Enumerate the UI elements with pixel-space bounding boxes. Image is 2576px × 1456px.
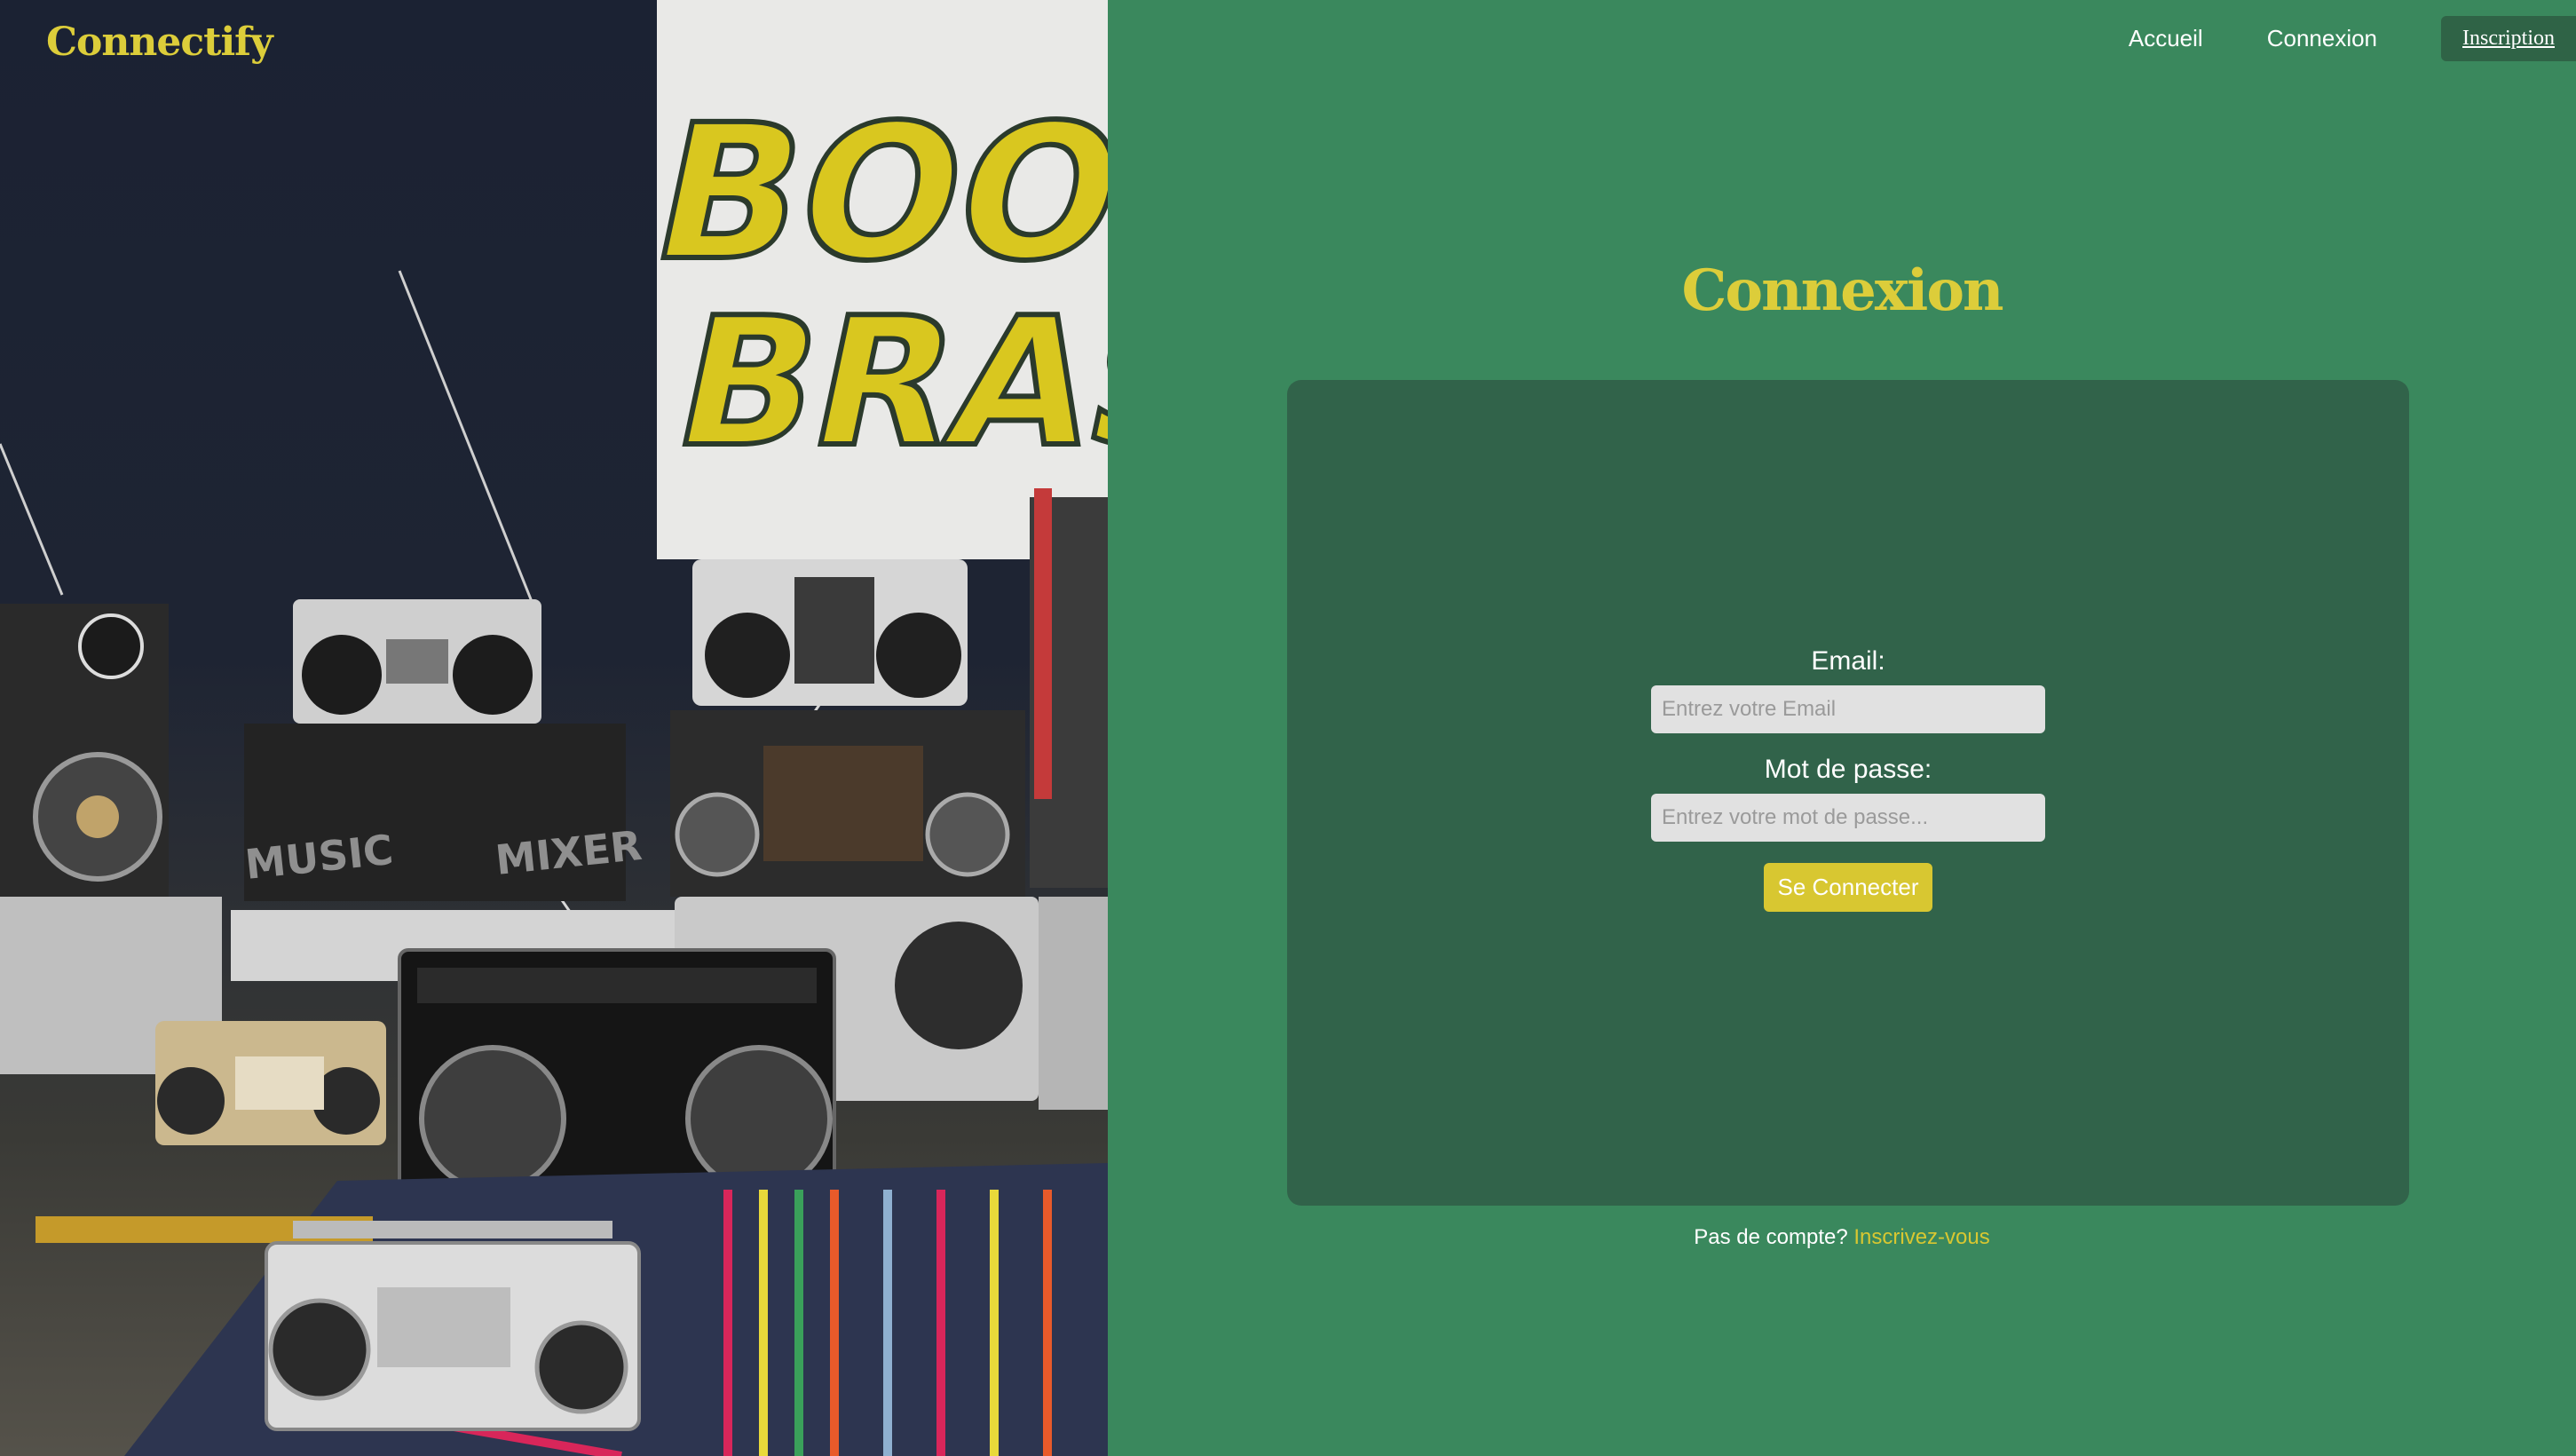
signup-prompt: Pas de compte? Inscrivez-vous [1108, 1225, 2576, 1250]
hero-photo: BOOMB BRAS MUSIC MIXER Connectify [0, 0, 1108, 1456]
top-nav: Accueil Connexion Inscription [2129, 16, 2576, 61]
login-submit-button[interactable]: Se Connecter [1763, 863, 1933, 912]
password-label: Mot de passe: [1764, 755, 1932, 784]
email-input[interactable] [1651, 685, 2045, 733]
nav-link-connexion[interactable]: Connexion [2267, 25, 2377, 52]
login-card: Email: Mot de passe: Se Connecter [1287, 380, 2409, 1206]
login-panel: Accueil Connexion Inscription Connexion … [1108, 0, 2576, 1456]
poster-text-boomb: BOOMB [637, 85, 1108, 302]
boombox-illustration: BOOMB BRAS MUSIC MIXER [0, 0, 1108, 1456]
password-input[interactable] [1651, 794, 2045, 842]
email-label: Email: [1811, 646, 1885, 676]
brand-logo[interactable]: Connectify [46, 20, 273, 65]
signup-prompt-text: Pas de compte? [1694, 1225, 1848, 1249]
page-title: Connexion [1681, 257, 2003, 324]
login-form: Email: Mot de passe: Se Connecter [1287, 646, 2409, 912]
nav-link-accueil[interactable]: Accueil [2129, 25, 2203, 52]
signup-link[interactable]: Inscrivez-vous [1853, 1225, 1989, 1249]
poster-text-bras: BRAS [660, 279, 1108, 486]
nav-link-inscription[interactable]: Inscription [2441, 16, 2576, 61]
